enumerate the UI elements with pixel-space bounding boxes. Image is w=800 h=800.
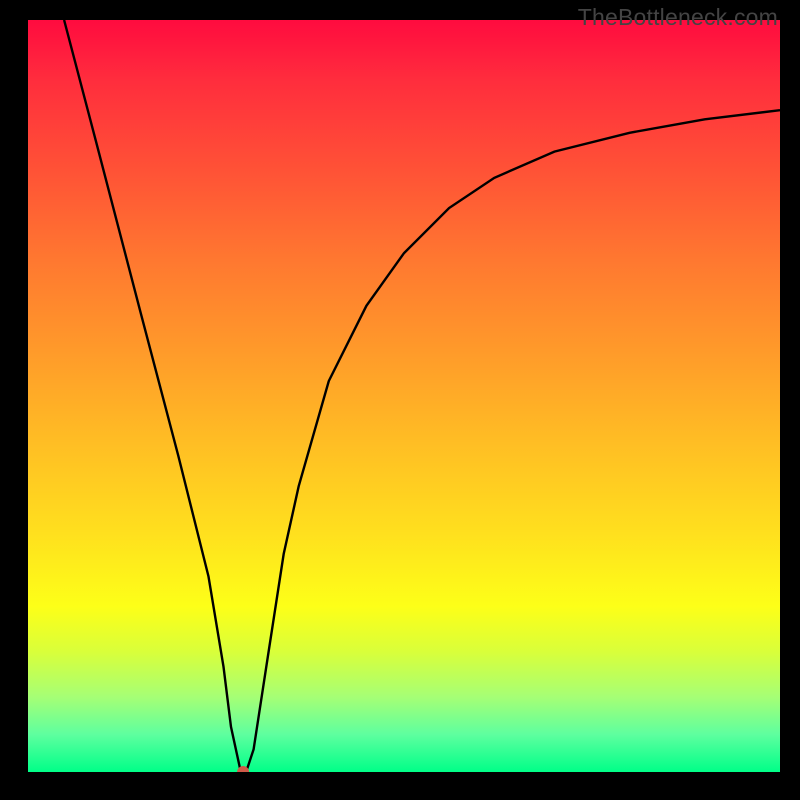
plot-area: [28, 20, 780, 772]
chart-container: TheBottleneck.com: [0, 0, 800, 800]
bottleneck-curve: [64, 20, 780, 772]
optimum-marker: [237, 766, 249, 772]
watermark-text: TheBottleneck.com: [578, 4, 778, 31]
curve-svg: [28, 20, 780, 772]
